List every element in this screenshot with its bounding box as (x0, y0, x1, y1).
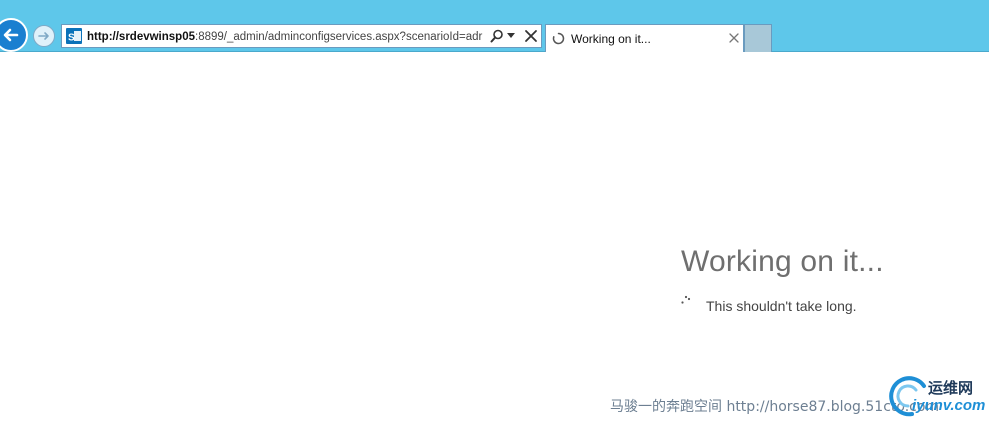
forward-icon (38, 32, 49, 40)
tab-working-on-it[interactable]: Working on it... (545, 24, 744, 52)
address-bar[interactable]: S http://srdevwinsp05:8899/_admin/adminc… (61, 24, 542, 48)
sharepoint-icon: S (66, 28, 82, 44)
search-icon (490, 29, 503, 43)
forward-button[interactable] (33, 25, 55, 47)
close-icon[interactable] (729, 33, 739, 43)
url-host: http://srdevwinsp05 (87, 31, 195, 43)
stop-icon[interactable] (523, 28, 539, 44)
new-tab-button[interactable] (744, 24, 772, 52)
page-heading: Working on it... (681, 245, 884, 278)
back-icon (3, 28, 19, 42)
logo-top-text: 运维网 (928, 379, 974, 397)
loading-dots-icon (681, 295, 691, 304)
tab-title: Working on it... (571, 32, 651, 46)
page-message: This shouldn't take long. (706, 298, 857, 314)
loading-spinner-icon (552, 32, 565, 45)
dropdown-icon (507, 33, 515, 38)
search-dropdown-button[interactable] (490, 28, 520, 44)
url-text[interactable]: http://srdevwinsp05:8899/_admin/admincon… (87, 29, 485, 45)
browser-titlebar: S http://srdevwinsp05:8899/_admin/adminc… (0, 0, 989, 52)
logo-bottom-text: iyunv.com (912, 397, 986, 414)
url-path: :8899/_admin/adminconfigservices.aspx?sc… (195, 31, 483, 43)
svg-text:S: S (68, 33, 75, 44)
back-button[interactable] (0, 18, 28, 52)
